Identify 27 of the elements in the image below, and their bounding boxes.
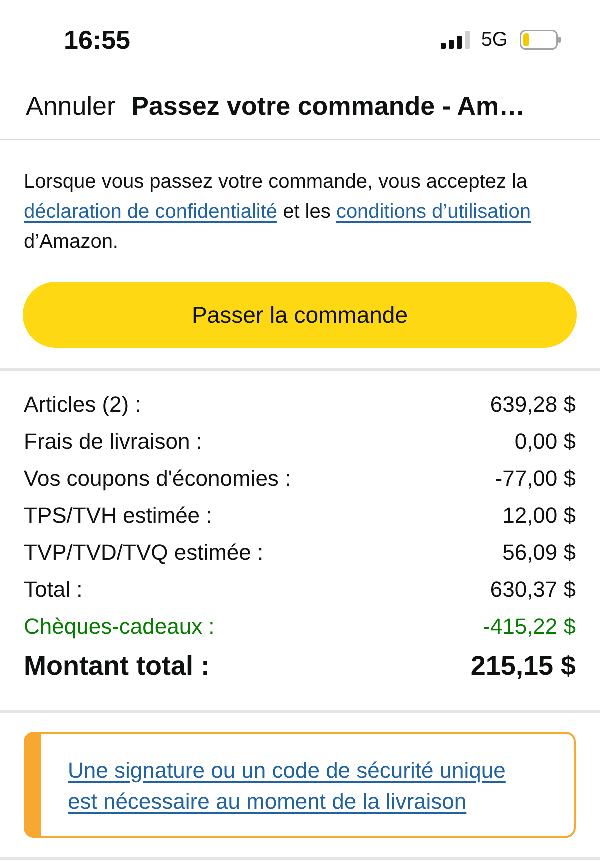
summary-label: Total :	[24, 576, 83, 604]
total-label: Montant total :	[24, 650, 210, 684]
summary-amount: -77,00 $	[495, 465, 576, 493]
gift-card-amount: -415,22 $	[483, 613, 576, 641]
summary-label: Frais de livraison :	[24, 428, 203, 456]
summary-amount: 639,28 $	[490, 391, 576, 419]
status-time: 16:55	[64, 27, 130, 53]
place-order-button[interactable]: Passer la commande	[23, 282, 577, 348]
agreement-text: Lorsque vous passez votre commande, vous acceptez la déclaration de confidentialité et les conditions d’utilisation d’Amazon.	[24, 171, 531, 253]
terms-of-use-link[interactable]: conditions d’utilisation	[336, 201, 531, 223]
summary-label: Articles (2) :	[24, 391, 142, 419]
total-amount: 215,15 $	[470, 650, 576, 684]
summary-label: TPS/TVH estimée :	[24, 502, 212, 530]
privacy-policy-link[interactable]: déclaration de confidentialité	[24, 201, 278, 223]
cancel-button[interactable]: Annuler	[26, 92, 116, 118]
summary-amount: 0,00 $	[514, 428, 576, 456]
summary-amount: 56,09 $	[502, 539, 576, 567]
battery-icon	[520, 30, 561, 50]
signal-icon	[441, 31, 472, 49]
page-title: Passez votre commande - Am…	[132, 92, 526, 118]
signature-notice-link[interactable]: Une signature ou un code de sécurité unique est nécessaire au moment de la livraison	[68, 755, 524, 817]
network-label: 5G	[481, 30, 508, 50]
summary-amount: 12,00 $	[502, 502, 576, 530]
summary-label: TVP/TVD/TVQ estimée :	[24, 539, 264, 567]
summary-label: Vos coupons d'économies :	[24, 465, 292, 493]
summary-amount: 630,37 $	[490, 576, 576, 604]
gift-card-label: Chèques-cadeaux :	[24, 613, 215, 641]
